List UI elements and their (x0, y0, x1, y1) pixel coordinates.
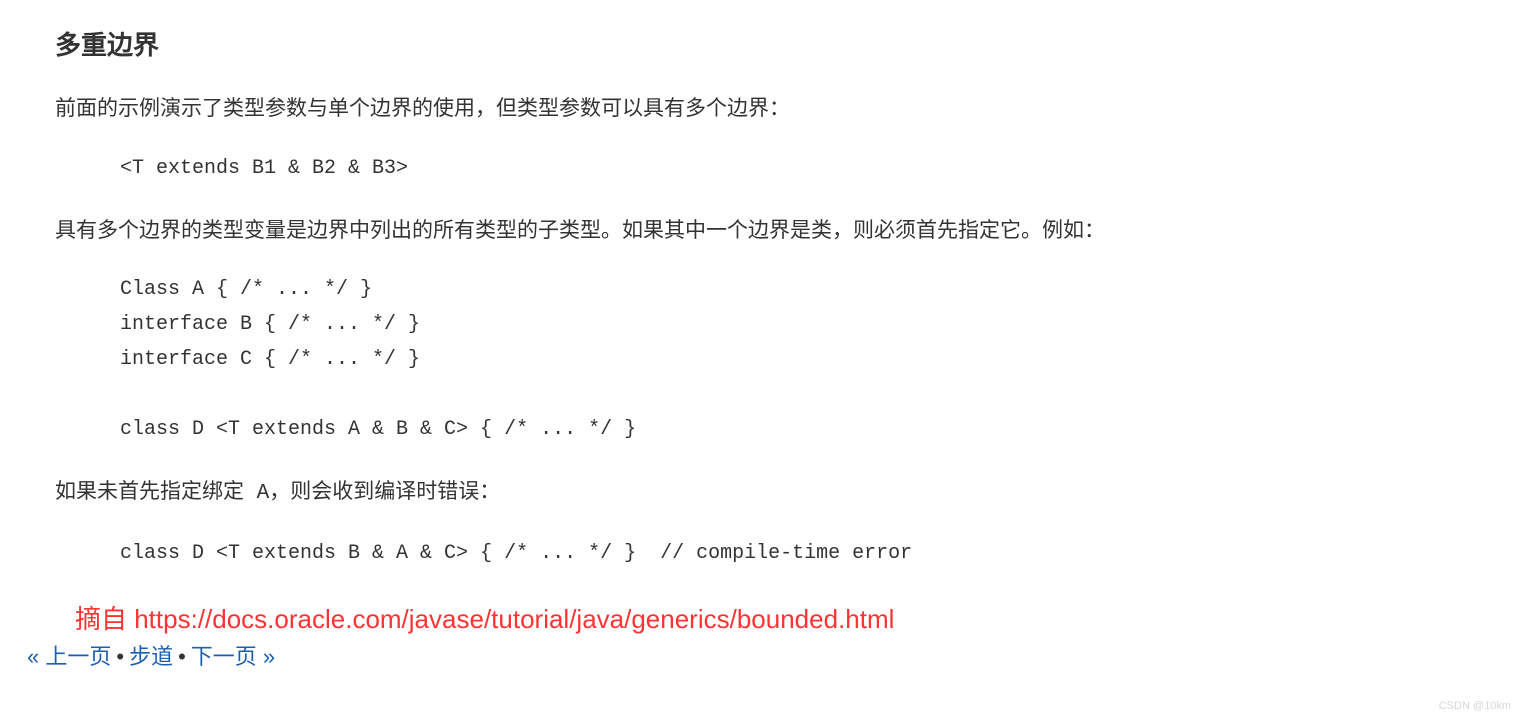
page-navigation: « 上一页•步道•下一页 » (27, 639, 1466, 671)
nav-separator: • (116, 644, 124, 669)
code-block-error: class D <T extends B & A & C> { /* ... *… (120, 536, 1466, 571)
intro-paragraph: 前面的示例演示了类型参数与单个边界的使用，但类型参数可以具有多个边界： (55, 92, 1466, 126)
next-arrow-icon: » (257, 644, 275, 669)
explanation-paragraph: 具有多个边界的类型变量是边界中列出的所有类型的子类型。如果其中一个边界是类，则必… (55, 214, 1466, 248)
code-block-syntax: <T extends B1 & B2 & B3> (120, 151, 1466, 186)
prev-arrow-icon: « (27, 644, 45, 669)
trail-link[interactable]: 步道 (129, 644, 173, 669)
code-block-example: Class A { /* ... */ } interface B { /* .… (120, 272, 1466, 447)
citation-link: 摘自 https://docs.oracle.com/javase/tutori… (75, 599, 1466, 636)
prev-page-link[interactable]: 上一页 (45, 644, 111, 669)
watermark-text: CSDN @10km (1439, 700, 1511, 712)
error-text-suffix: ，则会收到编译时错误： (269, 480, 500, 503)
next-page-link[interactable]: 下一页 (191, 644, 257, 669)
section-heading: 多重边界 (55, 25, 1466, 62)
inline-code-a: A (244, 482, 269, 505)
error-paragraph: 如果未首先指定绑定 A，则会收到编译时错误： (55, 475, 1466, 511)
nav-separator: • (178, 644, 186, 669)
error-text-prefix: 如果未首先指定绑定 (55, 480, 244, 503)
